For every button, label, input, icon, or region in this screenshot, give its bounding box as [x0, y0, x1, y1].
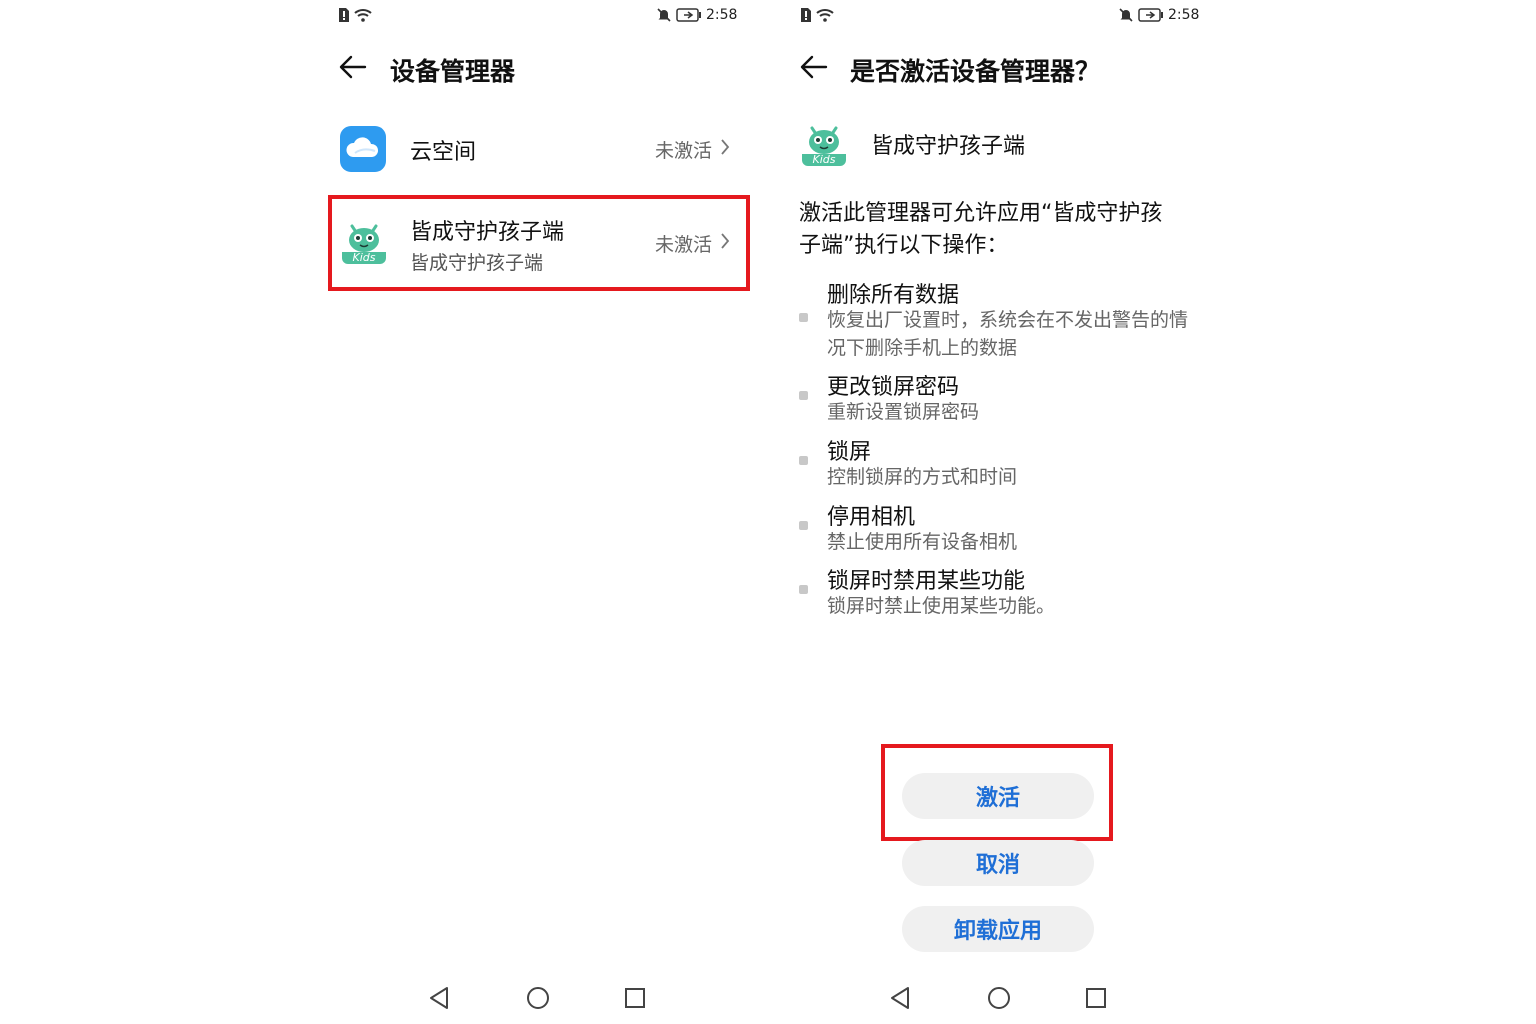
status-left-icons	[338, 7, 372, 23]
nav-back-icon[interactable]	[428, 986, 450, 1010]
nav-home-icon[interactable]	[987, 986, 1011, 1010]
kids-app-icon: Kids	[340, 216, 388, 268]
status-time: 2:58	[706, 7, 738, 23]
status-text: 未激活	[655, 234, 713, 256]
nav-home-icon[interactable]	[526, 986, 550, 1010]
page-title: 设备管理器	[390, 57, 516, 86]
kids-label: Kids	[812, 153, 836, 166]
permission-subtitle: 控制锁屏的方式和时间	[827, 466, 1018, 488]
status-left-icons	[800, 7, 834, 23]
battery-charging-icon	[676, 8, 702, 22]
description: 激活此管理器可允许应用“皆成守护孩 子端”执行以下操作：	[799, 198, 1199, 262]
permission-title: 锁屏时禁用某些功能	[827, 569, 1026, 594]
status-time: 2:58	[1168, 7, 1200, 23]
bullet-icon	[799, 313, 808, 322]
uninstall-button[interactable]: 卸载应用	[902, 906, 1094, 952]
permission-title: 锁屏	[827, 440, 872, 465]
back-arrow-icon[interactable]	[799, 52, 829, 82]
description-line-1: 激活此管理器可允许应用“皆成守护孩	[799, 201, 1163, 226]
status-text: 未激活	[655, 140, 713, 162]
list-item-kids[interactable]: Kids 皆成守护孩子端 皆成守护孩子端 未激活	[334, 200, 744, 286]
mute-bell-icon	[656, 7, 672, 23]
app-name: 皆成守护孩子端	[871, 134, 1026, 159]
mute-bell-icon	[1118, 7, 1134, 23]
battery-charging-icon	[1138, 8, 1164, 22]
list-item-status: 未激活	[655, 136, 730, 163]
permission-title: 更改锁屏密码	[827, 375, 960, 400]
chevron-right-icon	[720, 138, 730, 161]
permission-title: 停用相机	[827, 505, 916, 530]
permission-subtitle: 恢复出厂设置时，系统会在不发出警告的情况下删除手机上的数据	[827, 309, 1189, 359]
sim-alert-icon	[800, 7, 812, 23]
permission-subtitle: 锁屏时禁止使用某些功能。	[827, 595, 1056, 617]
cancel-button[interactable]: 取消	[902, 840, 1094, 886]
status-right-icons: 2:58	[656, 7, 737, 23]
bullet-icon	[799, 391, 808, 400]
list-item-subtitle: 皆成守护孩子端	[410, 252, 544, 274]
description-line-2: 子端”执行以下操作：	[799, 233, 1009, 258]
bullet-icon	[799, 585, 808, 594]
page-title: 是否激活设备管理器？	[850, 57, 1101, 86]
list-item-title: 云空间	[410, 140, 477, 165]
list-item-status: 未激活	[655, 230, 730, 257]
wifi-icon	[816, 8, 834, 22]
kids-app-icon: Kids	[800, 118, 848, 170]
list-item-title: 皆成守护孩子端	[410, 220, 565, 245]
activate-button[interactable]: 激活	[902, 773, 1094, 819]
sim-alert-icon	[338, 7, 350, 23]
permission-subtitle: 禁止使用所有设备相机	[827, 531, 1018, 553]
list-item-cloud[interactable]: 云空间 未激活	[334, 112, 744, 186]
nav-recent-icon[interactable]	[1085, 987, 1107, 1009]
wifi-icon	[354, 8, 372, 22]
bullet-icon	[799, 521, 808, 530]
nav-back-icon[interactable]	[889, 986, 911, 1010]
nav-recent-icon[interactable]	[624, 987, 646, 1009]
permission-title: 删除所有数据	[827, 283, 960, 308]
status-right-icons: 2:58	[1118, 7, 1199, 23]
permission-subtitle: 重新设置锁屏密码	[827, 401, 980, 423]
back-arrow-icon[interactable]	[338, 52, 368, 82]
cloud-app-icon	[340, 126, 386, 172]
kids-label: Kids	[352, 251, 376, 264]
bullet-icon	[799, 456, 808, 465]
chevron-right-icon	[720, 232, 730, 255]
